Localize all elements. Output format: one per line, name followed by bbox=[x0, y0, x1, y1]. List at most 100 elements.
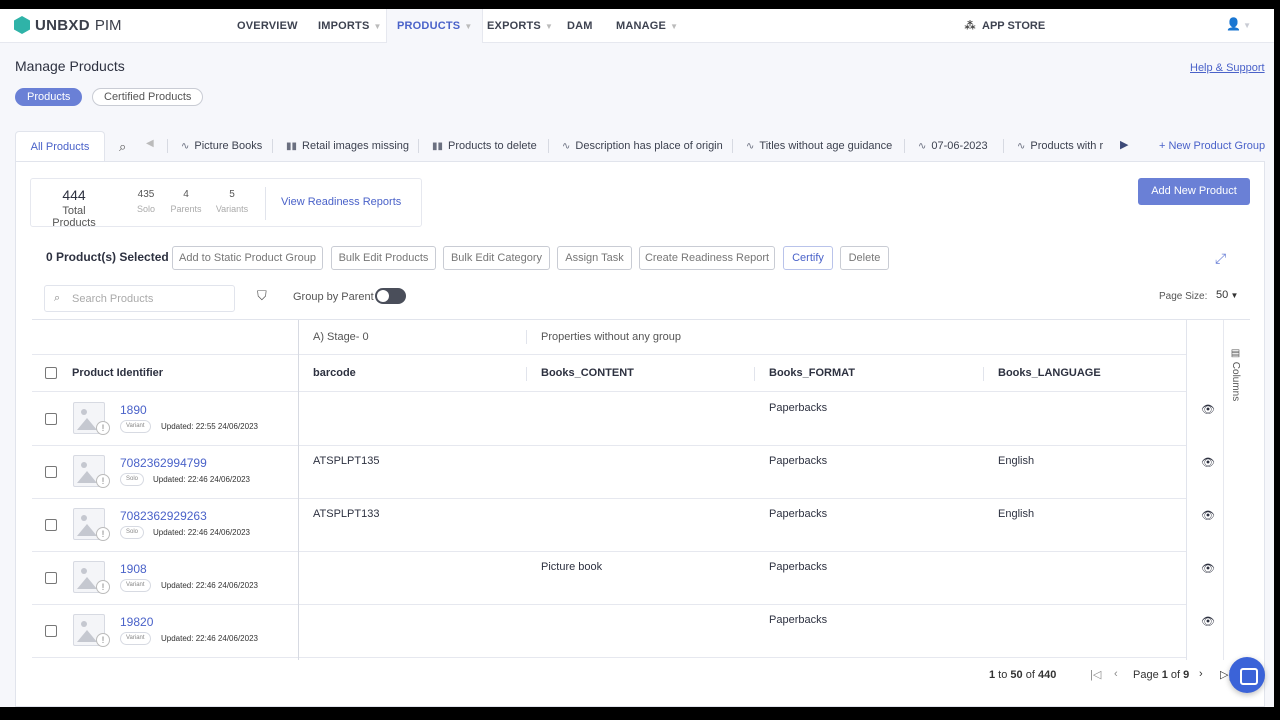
app-store-icon: ⁂ bbox=[964, 20, 976, 32]
nav-imports[interactable]: IMPORTS ▼ bbox=[318, 9, 382, 43]
eye-icon[interactable]: 👁 bbox=[1201, 562, 1215, 575]
product-id-link[interactable]: 19820 bbox=[120, 615, 153, 629]
tab-label: 07-06-2023 bbox=[931, 140, 988, 152]
tab-description-place-of-origin[interactable]: ∿ Description has place of origin bbox=[562, 131, 723, 161]
header-divider bbox=[754, 367, 755, 381]
view-readiness-reports-link[interactable]: View Readiness Reports bbox=[281, 196, 401, 208]
stat-parents-label: Parents bbox=[170, 204, 202, 214]
header-books-format[interactable]: Books_FORMAT bbox=[769, 367, 855, 379]
help-support-link[interactable]: Help & Support bbox=[1190, 62, 1265, 74]
page-title: Manage Products bbox=[15, 58, 125, 74]
nav-dam[interactable]: DAM bbox=[567, 9, 593, 43]
hexagon-logo-icon bbox=[14, 16, 30, 34]
brand-logo[interactable]: UNBXD PIM bbox=[14, 16, 122, 34]
tab-titles-without-age-guidance[interactable]: ∿ Titles without age guidance bbox=[746, 131, 892, 161]
cell-books-format: Paperbacks bbox=[769, 402, 828, 414]
product-id-link[interactable]: 1908 bbox=[120, 562, 147, 576]
frozen-column-divider bbox=[298, 320, 299, 660]
caret-down-icon: ▼ bbox=[1228, 291, 1239, 300]
bar-chart-icon: ▮▮ bbox=[432, 141, 444, 152]
pulse-icon: ∿ bbox=[918, 141, 927, 152]
product-id-link[interactable]: 1890 bbox=[120, 403, 147, 417]
products-panel: 444 Total Products 435 Solo 4 Parents 5 … bbox=[15, 161, 1265, 707]
bulk-edit-products-button[interactable]: Bulk Edit Products bbox=[331, 246, 436, 270]
scroll-left-icon[interactable]: ◀ bbox=[146, 138, 154, 149]
caret-down-icon: ▼ bbox=[464, 22, 473, 31]
eye-icon[interactable]: 👁 bbox=[1201, 456, 1215, 469]
columns-panel-toggle[interactable]: ▤ Columns bbox=[1227, 348, 1241, 401]
row-checkbox[interactable] bbox=[45, 413, 57, 425]
row-checkbox[interactable] bbox=[45, 466, 57, 478]
search-input[interactable] bbox=[72, 291, 227, 307]
tab-products-with-r[interactable]: ∿ Products with r bbox=[1017, 131, 1107, 161]
stat-variants-value: 5 bbox=[229, 189, 235, 200]
filter-icon[interactable]: ⛉ bbox=[257, 288, 267, 304]
delete-button[interactable]: Delete bbox=[840, 246, 889, 270]
bulk-edit-category-button[interactable]: Bulk Edit Category bbox=[443, 246, 550, 270]
table-row[interactable]: ! 19820 Variant Updated: 22:46 24/06/202… bbox=[32, 605, 1215, 658]
tab-certified-products-pill[interactable]: Certified Products bbox=[92, 88, 204, 106]
row-checkbox[interactable] bbox=[45, 625, 57, 637]
tab-divider bbox=[272, 139, 273, 153]
new-product-group-link[interactable]: + New Product Group bbox=[1159, 131, 1265, 161]
table-row[interactable]: ! 7082362929263 Solo Updated: 22:46 24/0… bbox=[32, 499, 1215, 552]
stat-solo: 435 Solo bbox=[129, 189, 163, 214]
pagination-range: 1 to 50 of 440 bbox=[989, 669, 1057, 681]
tab-all-products[interactable]: All Products bbox=[15, 131, 105, 162]
header-product-identifier[interactable]: Product Identifier bbox=[72, 367, 163, 379]
products-table: A) Stage- 0 Properties without any group… bbox=[32, 319, 1250, 660]
columns-panel-divider bbox=[1223, 320, 1224, 660]
caret-down-icon: ▼ bbox=[1240, 21, 1252, 30]
search-box: ⌕ bbox=[44, 285, 235, 312]
group-by-parent-toggle[interactable] bbox=[375, 288, 406, 304]
eye-icon[interactable]: 👁 bbox=[1201, 615, 1215, 628]
table-row[interactable]: ! 7082362994799 Solo Updated: 22:46 24/0… bbox=[32, 446, 1215, 499]
create-readiness-report-button[interactable]: Create Readiness Report bbox=[639, 246, 775, 270]
user-menu[interactable]: 👤 ▼ bbox=[1226, 17, 1251, 31]
assign-task-button[interactable]: Assign Task bbox=[557, 246, 632, 270]
cell-books-format: Paperbacks bbox=[769, 561, 828, 573]
certify-button[interactable]: Certify bbox=[783, 246, 833, 270]
tab-picture-books[interactable]: ∿ Picture Books bbox=[181, 131, 262, 161]
header-barcode[interactable]: barcode bbox=[313, 367, 356, 379]
search-icon[interactable]: ⌕ bbox=[119, 139, 126, 155]
tab-07-06-2023[interactable]: ∿ 07-06-2023 bbox=[918, 131, 988, 161]
tab-retail-images-missing[interactable]: ▮▮ Retail images missing bbox=[286, 131, 409, 161]
tab-label: Description has place of origin bbox=[575, 140, 723, 152]
nav-dam-label: DAM bbox=[567, 20, 593, 32]
cell-books-format: Paperbacks bbox=[769, 614, 828, 626]
product-id-link[interactable]: 7082362929263 bbox=[120, 509, 207, 523]
chat-support-icon[interactable] bbox=[1229, 657, 1265, 693]
row-checkbox[interactable] bbox=[45, 519, 57, 531]
scroll-right-icon[interactable]: ▶ bbox=[1120, 138, 1128, 151]
nav-exports[interactable]: EXPORTS ▼ bbox=[487, 9, 553, 43]
eye-icon[interactable]: 👁 bbox=[1201, 509, 1215, 522]
frame-border bbox=[1274, 0, 1280, 720]
nav-manage[interactable]: MANAGE ▼ bbox=[616, 9, 678, 43]
header-books-language[interactable]: Books_LANGUAGE bbox=[998, 367, 1101, 379]
add-new-product-button[interactable]: Add New Product bbox=[1138, 178, 1250, 205]
table-row[interactable]: ! 1908 Variant Updated: 22:46 24/06/2023… bbox=[32, 552, 1215, 605]
add-to-static-group-button[interactable]: Add to Static Product Group bbox=[172, 246, 323, 270]
tab-divider bbox=[1003, 139, 1004, 153]
first-page-icon[interactable]: |◁ bbox=[1090, 668, 1101, 681]
nav-products[interactable]: PRODUCTS ▼ bbox=[386, 9, 484, 43]
tab-products-to-delete[interactable]: ▮▮ Products to delete bbox=[432, 131, 537, 161]
next-page-icon[interactable]: › bbox=[1199, 668, 1203, 680]
select-all-checkbox[interactable] bbox=[45, 367, 57, 379]
prev-page-icon[interactable]: ‹ bbox=[1114, 668, 1118, 680]
row-checkbox[interactable] bbox=[45, 572, 57, 584]
table-row[interactable]: ! 1890 Variant Updated: 22:55 24/06/2023… bbox=[32, 393, 1215, 446]
nav-overview[interactable]: OVERVIEW bbox=[237, 9, 298, 43]
expand-icon[interactable]: ⤢ bbox=[1215, 250, 1226, 267]
updated-timestamp: Updated: 22:55 24/06/2023 bbox=[161, 422, 258, 431]
product-type-badge: Variant bbox=[120, 579, 151, 592]
product-id-link[interactable]: 7082362994799 bbox=[120, 456, 207, 470]
header-books-content[interactable]: Books_CONTENT bbox=[541, 367, 634, 379]
app-store-link[interactable]: ⁂ APP STORE bbox=[963, 9, 1045, 43]
page-size-select[interactable]: 50 ▼ bbox=[1216, 289, 1238, 301]
tab-products-pill[interactable]: Products bbox=[15, 88, 83, 106]
eye-icon[interactable]: 👁 bbox=[1201, 403, 1215, 416]
header-divider bbox=[983, 367, 984, 381]
warning-icon: ! bbox=[96, 633, 110, 647]
